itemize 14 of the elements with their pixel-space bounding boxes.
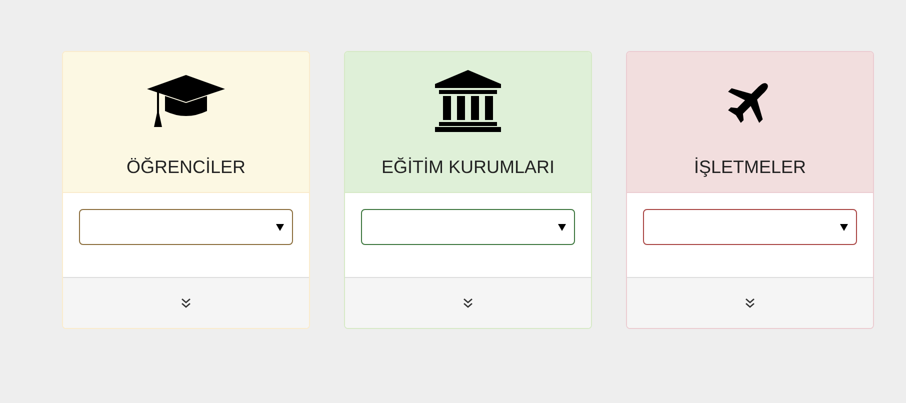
caret-icon — [276, 224, 284, 230]
card-title: ÖĞRENCİLER — [126, 157, 246, 178]
dropdown-field[interactable] — [361, 209, 575, 245]
card-title: EĞİTİM KURUMLARI — [381, 157, 554, 178]
dropdown-field[interactable] — [79, 209, 293, 245]
graduation-cap-icon — [147, 75, 225, 127]
caret-icon — [840, 224, 848, 230]
dropdown-field[interactable] — [643, 209, 857, 245]
double-chevron-down-icon — [745, 298, 755, 308]
bank-building-icon — [435, 70, 501, 132]
caret-icon — [558, 224, 566, 230]
double-chevron-down-icon — [181, 298, 191, 308]
card-title: İŞLETMELER — [694, 157, 806, 178]
double-chevron-down-icon — [463, 298, 473, 308]
